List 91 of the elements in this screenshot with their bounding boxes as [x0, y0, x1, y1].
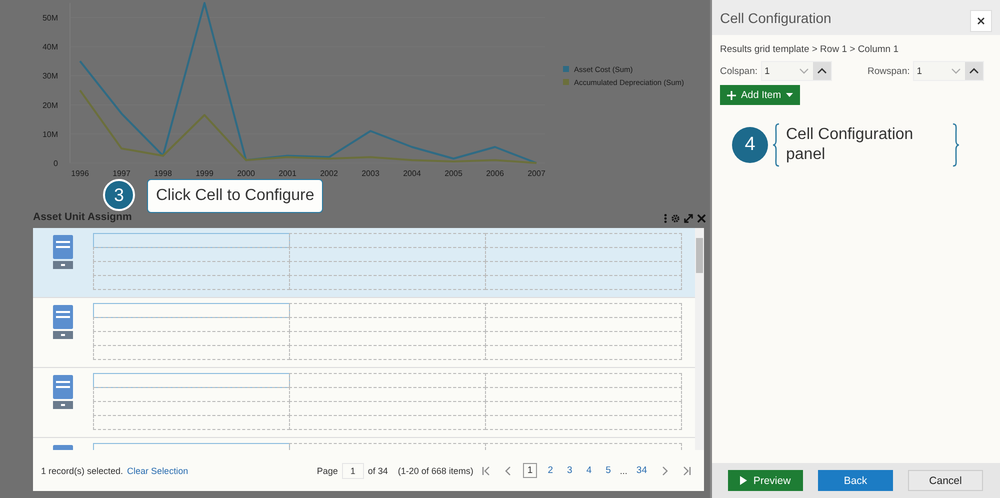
page-link[interactable]: 34 — [633, 463, 650, 478]
grid-cell[interactable] — [288, 302, 486, 318]
grid-cell[interactable] — [484, 302, 682, 318]
grid-cell[interactable] — [92, 246, 290, 262]
panel-title: Cell Configuration — [720, 10, 832, 26]
grid-cell[interactable] — [92, 386, 290, 402]
grid-cell[interactable] — [484, 372, 682, 388]
step-badge: 4 — [732, 127, 768, 163]
axis-tick-label: 20M — [42, 100, 58, 110]
expand-icon[interactable] — [684, 214, 693, 223]
chevron-up-icon[interactable] — [964, 62, 983, 80]
caret-icon — [786, 93, 794, 97]
close-icon — [977, 16, 985, 24]
spinner-label: Colspan: — [720, 66, 758, 76]
breadcrumb: Results grid template > Row 1 > Column 1 — [720, 44, 900, 55]
server-icon — [53, 235, 73, 269]
step-badge: 3 — [103, 179, 135, 211]
brace-icon — [772, 123, 780, 167]
grid-cell[interactable] — [484, 344, 682, 360]
axis-tick-label: 2004 — [403, 169, 421, 178]
first-page-icon[interactable] — [481, 466, 492, 476]
grid-row[interactable] — [33, 228, 695, 298]
server-icon — [53, 305, 73, 339]
item-range: (1-20 of 668 items) — [398, 466, 474, 476]
chevron-up-icon[interactable] — [812, 62, 830, 80]
brace-icon — [952, 123, 960, 167]
number-spinner[interactable]: 1 — [912, 61, 984, 81]
previous-page-icon[interactable] — [503, 466, 514, 476]
grid-cell[interactable] — [288, 414, 486, 430]
more-icon[interactable] — [664, 214, 667, 223]
next-page-icon[interactable] — [660, 466, 670, 476]
page-link[interactable]: 1 — [523, 463, 537, 478]
grid-cell[interactable] — [484, 274, 682, 290]
spinner-label: Rowspan: — [868, 66, 910, 76]
scrollbar[interactable] — [695, 228, 704, 450]
axis-tick-label: 50M — [42, 14, 58, 23]
page-link[interactable]: 5 — [602, 463, 614, 478]
clear-selection-link[interactable]: Clear Selection — [127, 466, 188, 476]
grid-cell[interactable] — [92, 316, 290, 332]
axis-tick-label: 1998 — [154, 169, 172, 178]
grid-cell[interactable] — [288, 344, 486, 360]
axis-tick-label: 10M — [42, 130, 58, 139]
page-count: of 34 — [368, 466, 388, 476]
legend-swatch — [563, 79, 569, 85]
axis-tick-label: 0 — [54, 159, 58, 168]
axis-tick-label: 1999 — [196, 169, 214, 178]
grid-cell[interactable] — [92, 414, 290, 430]
page-link[interactable]: 3 — [564, 463, 576, 478]
selection-status: 1 record(s) selected. — [41, 466, 124, 476]
page-ellipsis: ... — [620, 466, 628, 476]
page-label: Page — [316, 466, 338, 476]
axis-tick-label: 2007 — [528, 169, 546, 178]
preview-button[interactable]: Preview — [728, 470, 803, 491]
cancel-button[interactable]: Cancel — [908, 470, 983, 491]
close-button[interactable] — [970, 10, 992, 32]
axis-tick-label: 40M — [42, 42, 58, 52]
grid-cell[interactable] — [92, 302, 290, 318]
callout-text: Cell Configuration panel — [786, 125, 914, 165]
grid-cell[interactable] — [92, 344, 290, 360]
axis-tick-label: 2003 — [362, 169, 380, 178]
settings-icon[interactable] — [671, 214, 680, 223]
grid-cell[interactable] — [92, 232, 290, 248]
grid-cell[interactable] — [288, 232, 486, 248]
grid-cell[interactable] — [288, 274, 486, 290]
grid-cell[interactable] — [288, 372, 486, 388]
close-icon[interactable] — [697, 214, 706, 223]
grid-cell[interactable] — [92, 372, 290, 388]
last-page-icon[interactable] — [682, 466, 692, 476]
grid-cell[interactable] — [92, 274, 290, 290]
axis-tick-label: 1997 — [112, 169, 130, 178]
axis-tick-label: 30M — [42, 72, 58, 81]
play-icon — [740, 476, 748, 485]
axis-tick-label: 2005 — [444, 169, 462, 178]
axis-tick-label: 2000 — [237, 169, 255, 178]
axis-tick-label: 1996 — [71, 169, 89, 178]
add-item-button[interactable]: Add Item — [720, 85, 800, 105]
back-button[interactable]: Back — [818, 470, 893, 491]
panel-title: Asset Unit Assignm — [33, 211, 133, 223]
server-icon — [53, 375, 73, 409]
grid-cell[interactable] — [484, 414, 682, 430]
legend-swatch — [563, 66, 569, 72]
page-link[interactable]: 2 — [544, 463, 556, 478]
number-spinner[interactable]: 1 — [760, 61, 832, 81]
grid-cell[interactable] — [484, 232, 682, 248]
page-field[interactable]: 1 — [342, 462, 364, 478]
axis-tick-label: 2002 — [320, 169, 338, 178]
callout-bubble: Click Cell to Configure — [147, 179, 324, 213]
axis-tick-label: 2006 — [486, 169, 504, 178]
plus-icon — [727, 90, 736, 100]
axis-tick-label: 2001 — [278, 169, 296, 178]
page-link[interactable]: 4 — [583, 463, 595, 478]
